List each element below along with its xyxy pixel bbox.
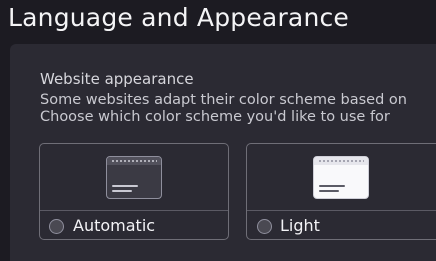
radio-automatic[interactable] xyxy=(49,219,64,234)
preview-line xyxy=(319,190,339,192)
card-divider xyxy=(247,210,436,211)
description-line-1: Some websites adapt their color scheme b… xyxy=(40,92,407,108)
section-title: Website appearance xyxy=(40,70,194,88)
preview-line xyxy=(319,185,345,187)
section-description: Some websites adapt their color scheme b… xyxy=(40,92,436,126)
preview-dots xyxy=(318,160,364,162)
card-divider xyxy=(40,210,228,211)
preview-line xyxy=(112,185,138,187)
settings-page: Language and Appearance Website appearan… xyxy=(0,0,436,261)
theme-card-light[interactable]: Light xyxy=(246,143,436,240)
light-preview-icon xyxy=(313,156,369,199)
page-title: Language and Appearance xyxy=(8,3,350,32)
description-line-2: Choose which color scheme you'd like to … xyxy=(40,109,390,125)
website-appearance-section: Website appearance Some websites adapt t… xyxy=(10,44,436,261)
theme-card-automatic[interactable]: Automatic xyxy=(39,143,229,240)
radio-label-automatic[interactable]: Automatic xyxy=(73,215,155,237)
automatic-preview-icon xyxy=(106,156,162,199)
preview-dots xyxy=(111,160,157,162)
preview-line xyxy=(112,190,132,192)
radio-label-light[interactable]: Light xyxy=(280,215,320,237)
radio-light[interactable] xyxy=(257,219,272,234)
